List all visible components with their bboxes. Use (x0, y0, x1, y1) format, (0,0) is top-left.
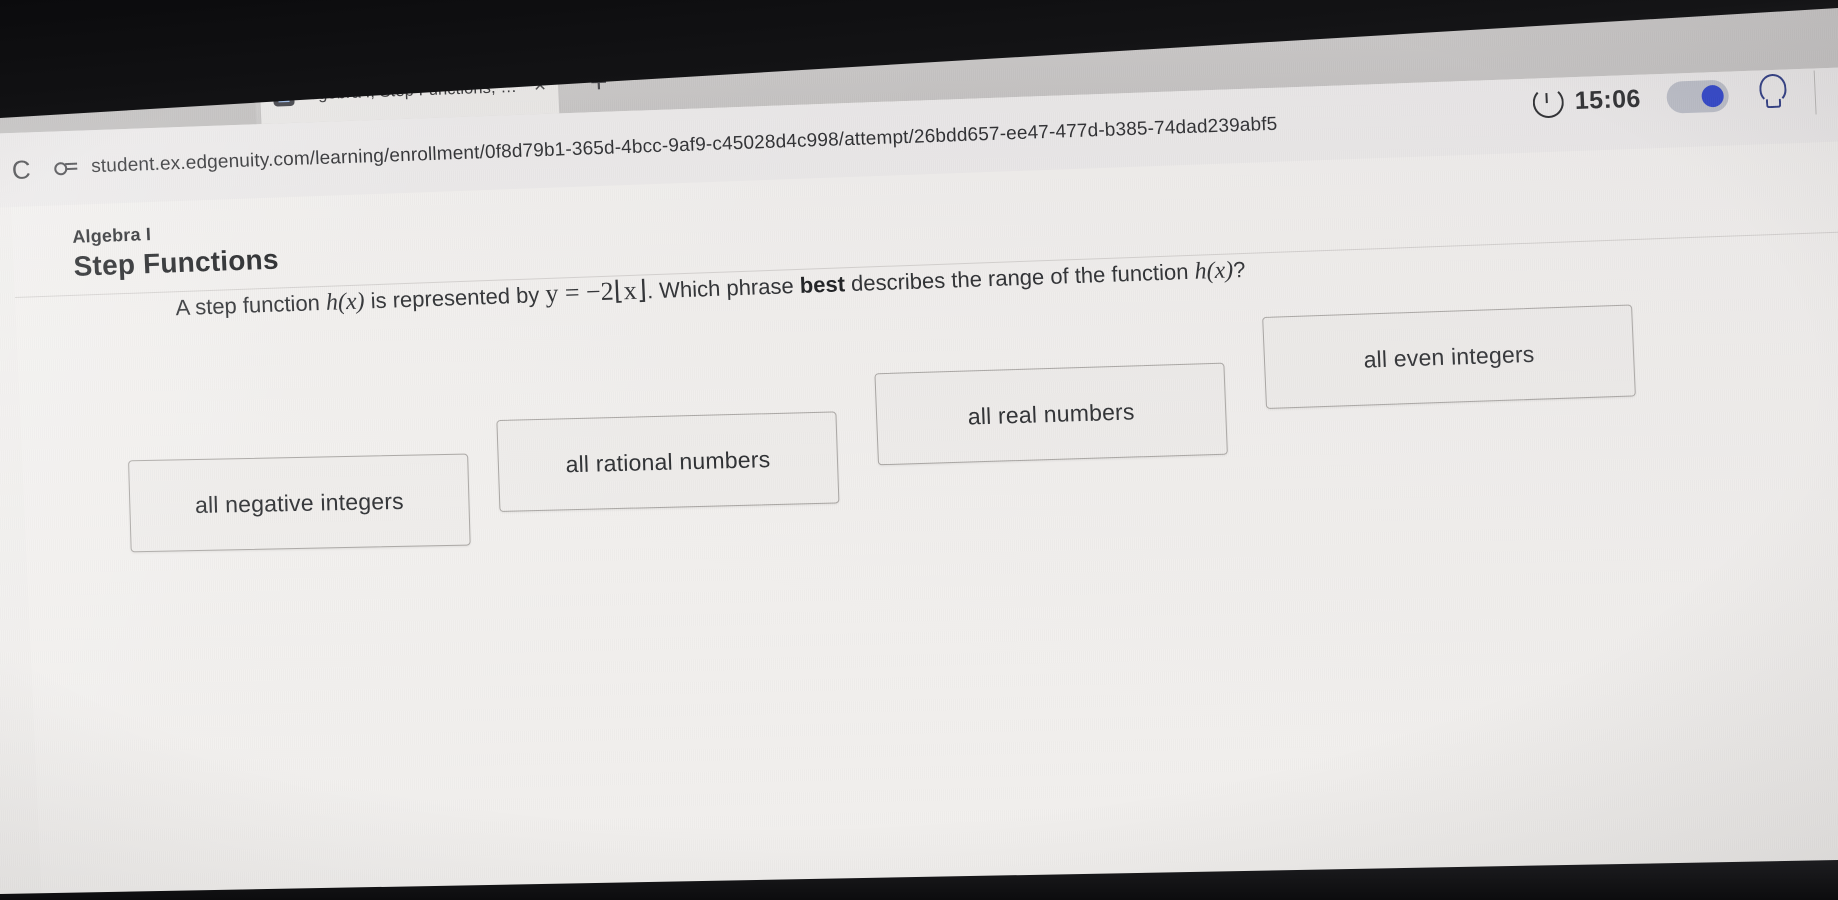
divider (1813, 70, 1817, 115)
answer-options: all negative integers all rational numbe… (11, 139, 1838, 706)
quiz-timer: 15:06 (1532, 83, 1642, 119)
site-settings-icon[interactable] (53, 157, 80, 180)
quiz-page: Algebra I Step Functions A step function… (0, 139, 1838, 900)
answer-option-all-negative-integers[interactable]: all negative integers (128, 453, 471, 553)
reload-icon[interactable]: C (0, 149, 42, 190)
screen-content-wrapper: ☆ Students | Phoenix Union High × (0, 0, 1838, 900)
answer-option-all-even-integers[interactable]: all even integers (1262, 304, 1636, 409)
answer-option-all-rational-numbers[interactable]: all rational numbers (496, 411, 840, 512)
clock-icon (1532, 85, 1565, 119)
quiz-content: Algebra I Step Functions A step function… (10, 139, 1838, 900)
answer-option-all-real-numbers[interactable]: all real numbers (874, 362, 1228, 466)
photo-of-screen: ☆ Students | Phoenix Union High × (0, 0, 1838, 900)
toggle-switch[interactable] (1666, 79, 1730, 114)
answer-option-label: all rational numbers (565, 445, 771, 477)
timer-value: 15:06 (1574, 84, 1642, 115)
lightbulb-icon[interactable] (1754, 73, 1790, 114)
browser-window: ☆ Students | Phoenix Union High × (0, 0, 1838, 900)
answer-option-label: all negative integers (194, 487, 405, 518)
answer-option-label: all real numbers (967, 397, 1136, 430)
answer-option-label: all even integers (1363, 340, 1535, 373)
